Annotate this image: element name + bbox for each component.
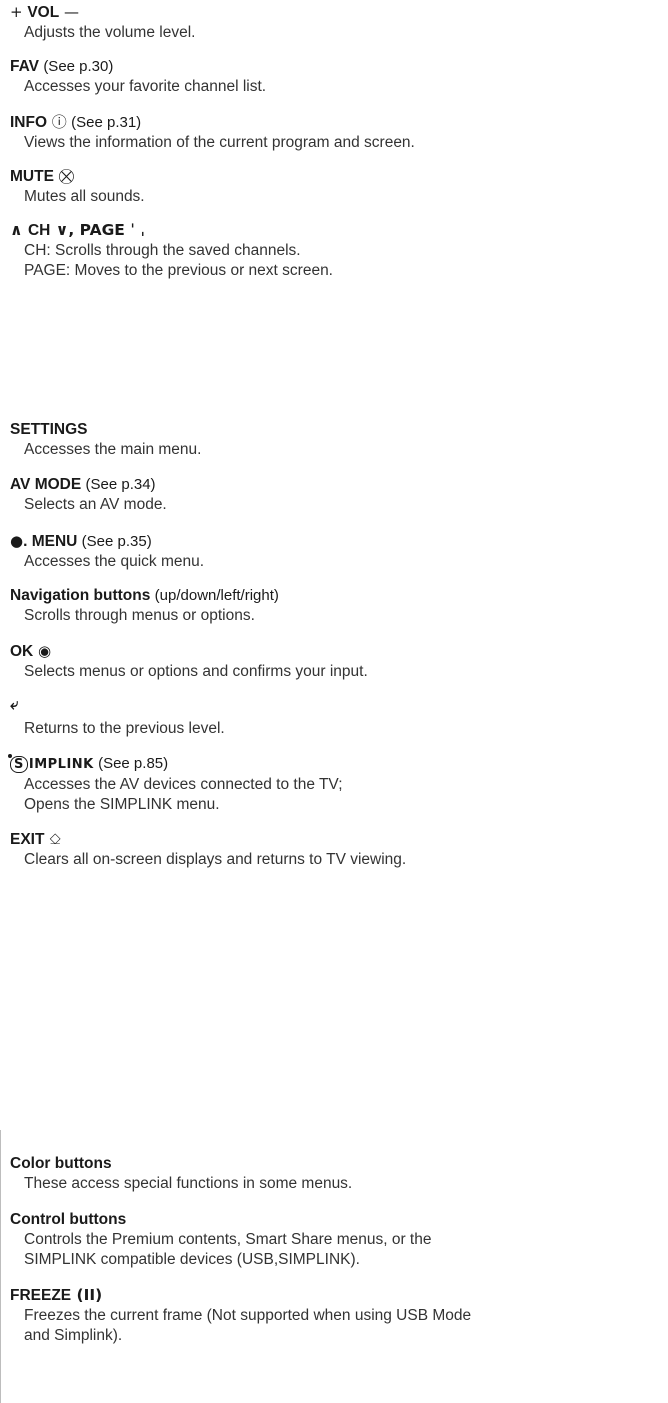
entry-description: Opens the SIMPLINK menu. xyxy=(24,795,220,813)
entry-simplink: S IMPLINK (See p.85) Accesses the AV devi… xyxy=(8,754,660,815)
entry-ch-page: ∧ CH ∨, PAGE ˈ ˌ CH: Scrolls through the… xyxy=(10,220,660,281)
entry-term: + VOL — xyxy=(10,2,660,23)
mute-icon: ⛒ xyxy=(53,167,74,185)
entry-av-mode: AV MODE (See p.34) Selects an AV mode. xyxy=(10,475,660,515)
entry-description: Views the information of the current pro… xyxy=(24,134,415,151)
page-reference: (See p.31) xyxy=(71,114,142,131)
entry-mute: MUTE ⛒ Mutes all sounds. xyxy=(10,166,660,207)
term-label: . MENU xyxy=(23,533,78,550)
entry-q-menu: ●. MENU (See p.35) Accesses the quick me… xyxy=(10,531,660,572)
term-label: EXIT xyxy=(10,831,45,848)
entry-ok: OK ◉ Selects menus or options and confir… xyxy=(10,641,660,682)
term-label: Control buttons xyxy=(10,1211,127,1228)
page-reference: (See p.34) xyxy=(85,476,156,493)
entry-term: ⤶ xyxy=(10,694,660,715)
entry-term: INFO ⓘ (See p.31) xyxy=(10,112,660,133)
entry-control-buttons: Control buttons Controls the Premium con… xyxy=(10,1210,660,1270)
entry-navigation: Navigation buttons (up/down/left/right) … xyxy=(10,586,660,626)
entry-term: S IMPLINK (See p.85) xyxy=(8,754,660,775)
chevron-up-icon: ∧ xyxy=(10,221,28,239)
entry-term: Control buttons xyxy=(10,1210,660,1230)
page-reference: (See p.30) xyxy=(43,58,114,75)
entry-description: Controls the Premium contents, Smart Sha… xyxy=(24,1231,432,1248)
minus-icon: — xyxy=(59,3,79,21)
entry-term: FAV (See p.30) xyxy=(10,57,660,77)
entry-description: Accesses your favorite channel list. xyxy=(24,78,267,95)
page-reference: (up/down/left/right) xyxy=(154,587,279,604)
q-dot-icon: ● xyxy=(10,532,24,550)
entry-vol: + VOL — Adjusts the volume level. xyxy=(10,2,660,43)
entry-term: FREEZE (II) xyxy=(10,1285,660,1306)
entry-description: Accesses the main menu. xyxy=(24,441,202,458)
entry-description: CH: Scrolls through the saved channels. xyxy=(24,242,301,259)
page-reference: (See p.85) xyxy=(98,755,169,772)
entry-term: ●. MENU (See p.35) xyxy=(10,531,660,552)
chevron-down-page-icon: ∨, PAGE ˈ ˌ xyxy=(50,221,146,239)
term-label: VOL xyxy=(27,4,60,21)
entry-description: Selects an AV mode. xyxy=(24,496,167,513)
term-label: Navigation buttons xyxy=(10,587,151,604)
entry-description: Clears all on-screen displays and return… xyxy=(24,851,407,868)
term-label: SETTINGS xyxy=(10,421,88,438)
entry-description: Selects menus or options and confirms yo… xyxy=(24,663,368,680)
entry-term: AV MODE (See p.34) xyxy=(10,475,660,495)
ok-icon: ◉ xyxy=(33,642,52,660)
entry-term: SETTINGS xyxy=(10,420,660,440)
entry-freeze: FREEZE (II) Freezes the current frame (N… xyxy=(10,1285,660,1346)
term-label: INFO xyxy=(10,114,48,131)
exit-icon: ⎐ xyxy=(44,830,62,848)
pause-icon: (II) xyxy=(71,1286,103,1304)
plus-icon: + xyxy=(10,3,28,21)
entry-fav: FAV (See p.30) Accesses your favorite ch… xyxy=(10,57,660,97)
entry-back: ⤶ Returns to the previous level. xyxy=(10,694,660,739)
info-icon: ⓘ xyxy=(47,113,67,131)
term-label: OK xyxy=(10,643,34,660)
entry-term: Navigation buttons (up/down/left/right) xyxy=(10,586,660,606)
entry-description: Mutes all sounds. xyxy=(24,188,145,205)
entry-term: MUTE ⛒ xyxy=(10,166,660,187)
entry-description: Scrolls through menus or options. xyxy=(24,607,255,624)
back-arrow-icon: ⤶ xyxy=(10,695,19,713)
entry-description: Accesses the AV devices connected to the… xyxy=(24,775,343,793)
entry-description: Freezes the current frame (Not supported… xyxy=(24,1307,472,1324)
side-divider xyxy=(0,1130,1,1403)
entry-description: SIMPLINK compatible devices (USB,SIMPLIN… xyxy=(24,1251,360,1268)
term-label: AV MODE xyxy=(10,476,82,493)
term-label: CH xyxy=(27,222,51,239)
entry-settings: SETTINGS Accesses the main menu. xyxy=(10,420,660,460)
simplink-logo-icon: S IMPLINK xyxy=(8,754,94,775)
term-label: FREEZE xyxy=(10,1287,72,1304)
simplink-s-mark: S xyxy=(8,754,28,773)
entry-description: Returns to the previous level. xyxy=(24,720,225,737)
entry-description: and Simplink). xyxy=(24,1327,123,1344)
entry-term: Color buttons xyxy=(10,1154,660,1174)
entry-term: EXIT ⎐ xyxy=(10,829,660,850)
entry-info: INFO ⓘ (See p.31) Views the information … xyxy=(10,112,660,153)
entry-exit: EXIT ⎐ Clears all on-screen displays and… xyxy=(10,829,660,870)
simplink-logo-text: IMPLINK xyxy=(28,756,94,772)
entry-description: These access special functions in some m… xyxy=(24,1175,353,1192)
entry-description: Accesses the quick menu. xyxy=(24,553,205,570)
entry-term: ∧ CH ∨, PAGE ˈ ˌ xyxy=(10,220,660,241)
term-label: FAV xyxy=(10,58,39,75)
entry-color-buttons: Color buttons These access special funct… xyxy=(10,1154,660,1194)
entry-term: OK ◉ xyxy=(10,641,660,662)
manual-page: + VOL — Adjusts the volume level. FAV (S… xyxy=(0,0,668,1403)
page-reference: (See p.35) xyxy=(81,533,152,550)
term-label: MUTE xyxy=(10,168,54,185)
entry-description: PAGE: Moves to the previous or next scre… xyxy=(24,262,333,279)
term-label: Color buttons xyxy=(10,1155,112,1172)
entry-description: Adjusts the volume level. xyxy=(24,24,196,41)
